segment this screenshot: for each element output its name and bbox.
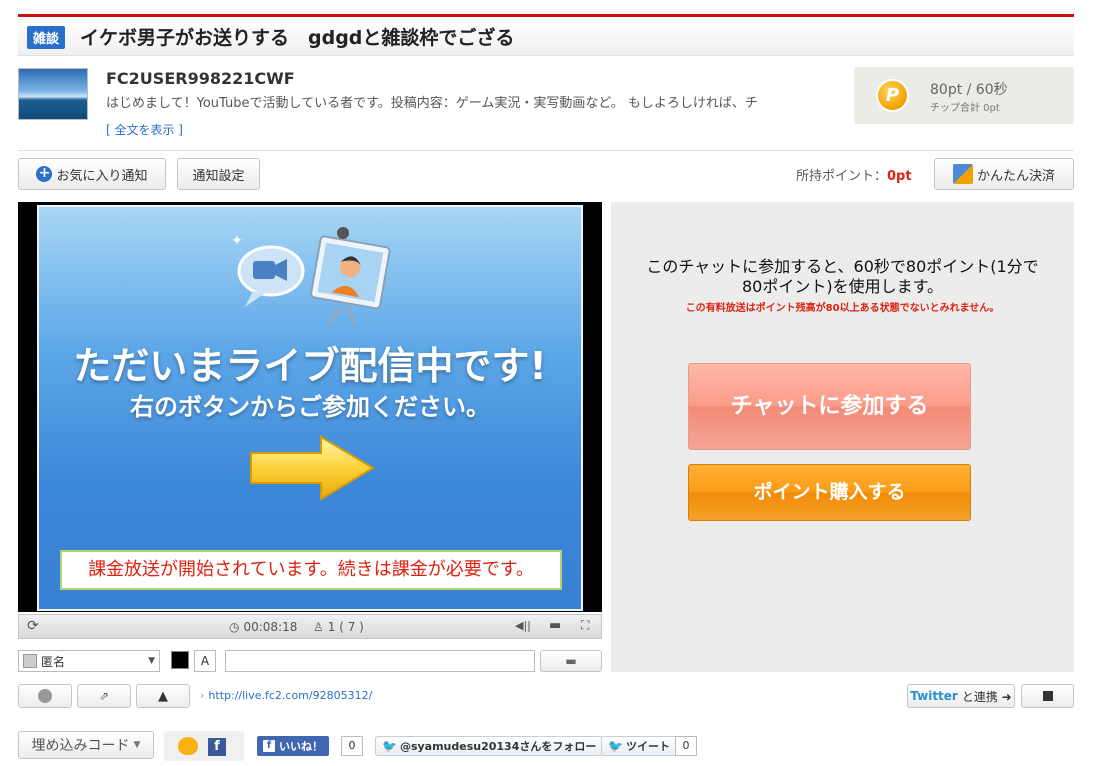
tip-total: チップ合計 0pt — [930, 103, 1000, 114]
chevron-down-icon: ▼ — [148, 656, 155, 666]
title-bar: 雑談 イケボ男子がお送りする gdgdと雑談枠でござる — [18, 14, 1074, 56]
player-controls: ⟳ ◷ 00:08:18 ♙ 1 ( 7 ) ◀|| ▬ ⛶ — [18, 614, 602, 639]
points-label: 所持ポイント： — [796, 169, 888, 184]
join-panel: このチャットに参加すると、60秒で80ポイント(1分で 80ポイント)を使用しま… — [611, 202, 1074, 672]
notify-settings-button[interactable]: 通知設定 — [177, 158, 260, 190]
video-screen: ✦ ただいまライブ配信中です! 右のボタンからご参加ください。 課金放送が開始さ… — [37, 205, 583, 611]
card-icon — [952, 164, 973, 184]
person-icon: ♙ — [313, 620, 324, 634]
buy-points-button[interactable]: ポイント購入する — [688, 464, 971, 521]
join-chat-button[interactable]: チャットに参加する — [688, 363, 971, 450]
font-size-button[interactable]: A — [194, 650, 216, 672]
twitter-follow-button[interactable]: 🐦 @syamudesu20134さんをフォロー — [375, 736, 604, 756]
facebook-share-icon[interactable]: f — [208, 738, 226, 756]
show-full-link[interactable]: [ 全文を表示 ] — [106, 121, 183, 138]
like-label: いいね！ — [279, 740, 323, 753]
camera-chat-icon: ✦ — [231, 227, 391, 324]
chevron-right-icon: › — [200, 689, 205, 702]
square-icon — [1042, 691, 1053, 701]
join-description: このチャットに参加すると、60秒で80ポイント(1分で 80ポイント)を使用しま… — [611, 257, 1074, 297]
tweet-label: ツイート — [625, 740, 670, 753]
embed-code-button[interactable]: 埋め込みコード ▼ — [18, 731, 154, 759]
user-icon — [23, 654, 37, 668]
elapsed-time: ◷ 00:08:18 — [229, 620, 297, 634]
send-comment-button[interactable]: ▬ — [540, 650, 602, 672]
viewer-count: ♙ 1 ( 7 ) — [313, 620, 364, 634]
name-select-value: 匿名 — [41, 654, 66, 669]
stream-url-text[interactable]: http://live.fc2.com/92805312/ — [208, 689, 372, 702]
video-player[interactable]: ✦ ただいまライブ配信中です! 右のボタンからご参加ください。 課金放送が開始さ… — [18, 202, 602, 612]
clock-icon: ◷ — [229, 620, 240, 634]
twitter-bird-icon: 🐦 — [382, 739, 397, 753]
popout-button[interactable]: ⇗ — [77, 684, 131, 708]
fc2-share-icon[interactable] — [178, 737, 198, 755]
reload-icon[interactable]: ⟳ — [27, 618, 39, 634]
like-count: 0 — [341, 736, 363, 756]
user-description: はじめまして！YouTubeで活動している者です。投稿内容：ゲーム実況・実写動画… — [106, 96, 758, 111]
favorite-notify-label: お気に入り通知 — [56, 168, 148, 184]
sidebar-toggle-button[interactable] — [1021, 684, 1074, 708]
comment-input[interactable] — [225, 650, 535, 672]
comment-toggle-icon[interactable]: ▬ — [549, 618, 561, 633]
category-badge[interactable]: 雑談 — [27, 26, 66, 49]
join-line-2: 80ポイント)を使用します。 — [741, 277, 943, 296]
points-display: 所持ポイント：0pt — [796, 165, 912, 184]
twitter-word: Twitter — [910, 689, 958, 703]
live-subline: 右のボタンからご参加ください。 — [130, 393, 490, 421]
viewer-value: 1 ( 7 ) — [327, 620, 364, 634]
facebook-like-button[interactable]: f いいね！ — [257, 736, 329, 756]
divider — [18, 150, 1074, 151]
points-value: 0pt — [887, 169, 912, 184]
volume-icon[interactable]: ◀|| — [515, 619, 531, 632]
warning-icon: ▲ — [158, 688, 168, 704]
page-title: イケボ男子がお送りする gdgdと雑談枠でござる — [80, 27, 515, 49]
elapsed-value: 00:08:18 — [243, 620, 298, 634]
svg-text:✦: ✦ — [231, 233, 243, 249]
chevron-down-icon: ▼ — [133, 740, 141, 750]
easy-pay-button[interactable]: かんたん決済 — [934, 158, 1074, 190]
twitter-bird-icon: 🐦 — [608, 739, 623, 753]
price-box: P 80pt / 60秒 チップ合計 0pt — [854, 67, 1074, 124]
report-button[interactable]: ▲ — [136, 684, 190, 708]
tweet-button[interactable]: 🐦 ツイート — [601, 736, 677, 756]
stream-url[interactable]: › http://live.fc2.com/92805312/ — [200, 689, 372, 702]
p-circle-icon — [38, 689, 52, 703]
arrow-right-icon — [250, 435, 375, 501]
easy-pay-label: かんたん決済 — [976, 168, 1055, 184]
name-select[interactable]: 匿名 ▼ — [18, 650, 160, 672]
join-line-1: このチャットに参加すると、60秒で80ポイント(1分で — [646, 257, 1039, 276]
join-warning: この有料放送はポイント残高が80以上ある状態でないとみれません。 — [685, 303, 1000, 314]
plus-icon: + — [36, 166, 53, 182]
point-coin-icon: P — [876, 79, 909, 112]
speech-bubble-icon: ▬ — [565, 654, 577, 668]
follow-label: @syamudesu20134さんをフォロー — [399, 740, 597, 753]
favorite-notify-button[interactable]: + お気に入り通知 — [18, 158, 166, 190]
popout-icon: ⇗ — [98, 689, 110, 703]
user-name[interactable]: FC2USER998221CWF — [106, 69, 295, 88]
facebook-icon: f — [263, 740, 275, 752]
charge-message: 課金放送が開始されています。続きは課金が必要です。 — [60, 550, 562, 590]
share-box: f — [164, 731, 244, 761]
live-headline: ただいまライブ配信中です! — [73, 344, 547, 388]
avatar[interactable] — [18, 68, 88, 120]
fullscreen-icon[interactable]: ⛶ — [581, 618, 589, 633]
point-button[interactable] — [18, 684, 72, 708]
price-rate: 80pt / 60秒 — [930, 82, 1008, 98]
embed-code-label: 埋め込みコード — [31, 738, 130, 754]
twitter-link-button[interactable]: Twitter と連携 ➜ — [907, 684, 1015, 708]
twitter-link-label: と連携 ➜ — [961, 689, 1012, 704]
color-picker[interactable] — [171, 651, 189, 669]
tweet-count: 0 — [675, 736, 697, 756]
